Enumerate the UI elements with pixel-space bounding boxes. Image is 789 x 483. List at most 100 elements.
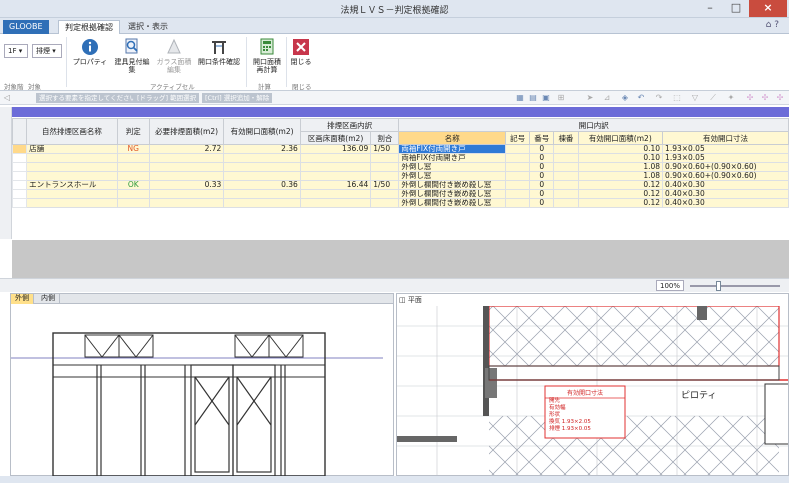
cell-zone-name[interactable] — [26, 189, 118, 199]
cell-effective-area[interactable] — [223, 162, 301, 172]
cell-zone-name[interactable]: エントランスホール — [26, 180, 118, 190]
cell-opening-dims[interactable]: 0.40×0.30 — [662, 180, 789, 190]
grid-view-icon[interactable]: ▦ — [515, 94, 525, 102]
cell-opening-name[interactable]: 外倒し窓 — [398, 171, 507, 181]
row-header[interactable] — [11, 171, 28, 181]
cell-opening-area[interactable]: 0.10 — [577, 153, 664, 163]
cell-floor-area[interactable] — [299, 171, 372, 181]
cell-zone-name[interactable] — [26, 198, 118, 208]
header-building[interactable]: 棟番 — [553, 131, 579, 145]
maximize-button[interactable]: □ — [723, 0, 749, 17]
cell-zone-name[interactable] — [26, 153, 118, 163]
arrow-icon[interactable]: ➤ — [585, 94, 595, 102]
header-required-area[interactable]: 必要排煙面積(m2) — [148, 118, 225, 145]
cell-judgement[interactable] — [116, 198, 150, 208]
cell-judgement[interactable] — [116, 162, 150, 172]
cell-opening-dims[interactable]: 0.40×0.30 — [662, 198, 789, 208]
cell-opening-name[interactable]: 外倒し窓 — [398, 162, 507, 172]
zoom-value[interactable]: 100% — [656, 280, 684, 291]
tab-gloobe[interactable]: GLOOBE — [3, 20, 49, 34]
cell-opening-area[interactable]: 0.12 — [577, 189, 664, 199]
cell-number[interactable]: 0 — [529, 171, 555, 181]
cell-opening-name[interactable]: 両袖FIX付両開き戸 — [398, 153, 507, 163]
cell-judgement[interactable] — [116, 171, 150, 181]
cell-symbol[interactable] — [505, 153, 531, 163]
cell-opening-area[interactable]: 0.10 — [577, 144, 664, 154]
row-header[interactable] — [11, 162, 28, 172]
cell-number[interactable]: 0 — [529, 144, 555, 154]
cell-number[interactable]: 0 — [529, 189, 555, 199]
header-number[interactable]: 番号 — [529, 131, 555, 145]
cell-required-area[interactable] — [148, 153, 225, 163]
cell-required-area[interactable]: 0.33 — [148, 180, 225, 190]
cell-opening-dims[interactable]: 1.93×0.05 — [662, 153, 789, 163]
cell-symbol[interactable] — [505, 180, 531, 190]
fit-icon[interactable]: ✣ — [775, 94, 785, 102]
header-ratio[interactable]: 割合 — [370, 131, 400, 145]
cell-floor-area[interactable] — [299, 189, 372, 199]
cell-opening-area[interactable]: 0.12 — [577, 198, 664, 208]
filter-icon[interactable]: ▽ — [690, 94, 700, 102]
cell-building[interactable] — [553, 189, 579, 199]
cell-effective-area[interactable]: 0.36 — [223, 180, 301, 190]
cell-judgement[interactable]: NG — [116, 144, 150, 154]
cell-judgement[interactable]: OK — [116, 180, 150, 190]
cell-opening-name[interactable]: 外倒し欄間付き嵌め殺し窓 — [398, 198, 507, 208]
header-zone-name[interactable]: 自然排煙区画名称 — [26, 118, 118, 145]
back-arrow-icon[interactable]: ◁ — [2, 94, 12, 102]
plan-view-icon[interactable]: ▣ — [541, 94, 551, 102]
cell-number[interactable]: 0 — [529, 162, 555, 172]
cell-opening-dims[interactable]: 0.90×0.60+(0.90×0.60) — [662, 162, 789, 172]
cell-ratio[interactable]: 1/50 — [370, 180, 400, 190]
cell-opening-name[interactable]: 両袖FIX付両開き戸 — [398, 144, 507, 154]
cell-opening-area[interactable]: 0.12 — [577, 180, 664, 190]
glass-ratio-button[interactable]: ガラス面積 編集 — [154, 38, 194, 74]
cell-effective-area[interactable] — [223, 171, 301, 181]
header-symbol[interactable]: 記号 — [505, 131, 531, 145]
cell-floor-area[interactable]: 16.44 — [299, 180, 372, 190]
cell-required-area[interactable] — [148, 162, 225, 172]
table-row[interactable]: 外倒し窓 0 1.08 0.90×0.60+(0.90×0.60) — [11, 162, 789, 172]
cell-zone-name[interactable] — [26, 171, 118, 181]
help-icon[interactable]: ⌂ ? — [766, 20, 779, 30]
pan-icon[interactable]: ✣ — [745, 94, 755, 102]
zoom-slider-thumb[interactable] — [716, 281, 721, 291]
cell-symbol[interactable] — [505, 198, 531, 208]
table-row[interactable]: 店舗 NG 2.72 2.36 136.09 1/50 両袖FIX付両開き戸 0 0.10 1.9… — [11, 144, 789, 154]
row-header[interactable] — [11, 189, 28, 199]
cell-effective-area[interactable] — [223, 153, 301, 163]
header-floor-area[interactable]: 区画床面積(m2) — [299, 131, 372, 145]
exhaust-select[interactable]: 排煙 ▾ — [32, 44, 62, 58]
orbit-icon[interactable]: ✣ — [760, 94, 770, 102]
cell-effective-area[interactable]: 2.36 — [223, 144, 301, 154]
header-opening-dims[interactable]: 有効開口寸法 — [662, 131, 789, 145]
tab-inside[interactable]: 内側 — [37, 294, 60, 304]
close-button[interactable]: 閉じる — [288, 38, 314, 66]
cell-zone-name[interactable] — [26, 162, 118, 172]
row-header[interactable] — [11, 144, 28, 154]
row-header[interactable] — [11, 198, 28, 208]
cell-ratio[interactable] — [370, 198, 400, 208]
cell-building[interactable] — [553, 198, 579, 208]
cell-building[interactable] — [553, 144, 579, 154]
cell-ratio[interactable] — [370, 189, 400, 199]
cell-judgement[interactable] — [116, 189, 150, 199]
cell-symbol[interactable] — [505, 189, 531, 199]
cell-opening-name[interactable]: 外倒し欄間付き嵌め殺し窓 — [398, 180, 507, 190]
redo-icon[interactable]: ↷ — [654, 94, 664, 102]
cell-number[interactable]: 0 — [529, 153, 555, 163]
cell-effective-area[interactable] — [223, 189, 301, 199]
cell-opening-dims[interactable]: 0.40×0.30 — [662, 189, 789, 199]
table-row[interactable]: エントランスホール OK 0.33 0.36 16.44 1/50 外倒し欄間付き嵌め殺し窓… — [11, 180, 789, 190]
row-header[interactable] — [11, 180, 28, 190]
tab-judgement-basis[interactable]: 判定根拠確認 — [58, 20, 120, 34]
cell-ratio[interactable] — [370, 153, 400, 163]
opening-check-button[interactable]: 開口条件確認 — [196, 38, 242, 66]
cell-building[interactable] — [553, 180, 579, 190]
wire-icon[interactable]: ⟋ — [708, 94, 718, 102]
header-name[interactable]: 名称 — [398, 131, 507, 145]
undo-icon[interactable]: ↶ — [636, 94, 646, 102]
cell-opening-area[interactable]: 1.08 — [577, 162, 664, 172]
zoom-window-icon[interactable]: ⊞ — [556, 94, 566, 102]
cell-opening-area[interactable]: 1.08 — [577, 171, 664, 181]
